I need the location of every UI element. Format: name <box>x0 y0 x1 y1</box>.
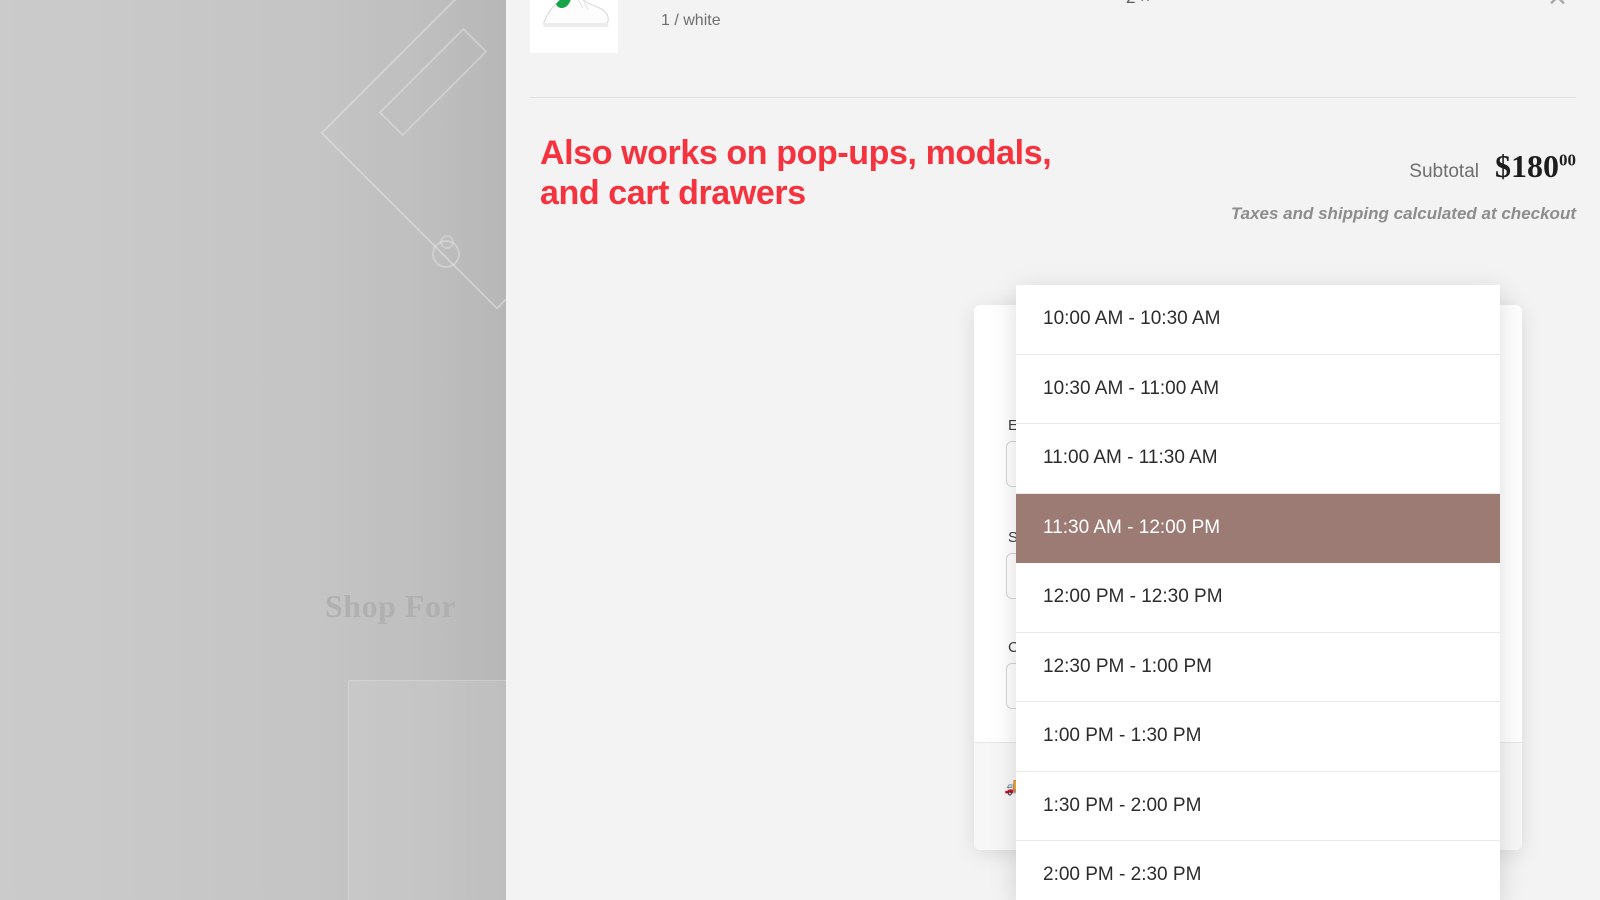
background-store-page: Shop For <box>0 0 506 900</box>
page-title: Also works on pop-ups, modals, and cart … <box>540 133 1160 213</box>
headline-line-2: and cart drawers <box>540 173 1160 213</box>
time-slot-option[interactable]: 1:00 PM - 1:30 PM <box>1016 702 1500 772</box>
time-slot-option[interactable]: 1:30 PM - 2:00 PM <box>1016 772 1500 842</box>
headline-line-1: Also works on pop-ups, modals, <box>540 134 1051 172</box>
tax-note: Taxes and shipping calculated at checkou… <box>1231 204 1576 224</box>
cart-line-item: 1 / white 2 × ✕ <box>530 0 1576 97</box>
subtotal-row: Subtotal $18000 <box>1409 148 1576 185</box>
close-icon[interactable]: ✕ <box>1547 0 1568 11</box>
time-slot-dropdown: ✕ 10:00 AM - 10:30 AM10:30 AM - 11:00 AM… <box>1016 285 1500 900</box>
time-slot-option[interactable]: 12:00 PM - 12:30 PM <box>1016 563 1500 633</box>
sneaker-thumbnail-icon <box>530 0 618 53</box>
time-slot-option[interactable]: 11:30 AM - 12:00 PM <box>1016 494 1500 564</box>
sneaker-icon <box>536 0 612 34</box>
time-slot-option[interactable]: 2:00 PM - 2:30 PM <box>1016 841 1500 900</box>
time-slot-option[interactable]: 10:30 AM - 11:00 AM <box>1016 355 1500 425</box>
cart-divider <box>530 97 1576 98</box>
subtotal-amount: $18000 <box>1495 148 1576 185</box>
line-item-variant: 1 / white <box>661 12 721 30</box>
line-item-quantity: 2 × <box>1126 0 1150 8</box>
subtotal-dollars: $180 <box>1495 148 1559 184</box>
time-slot-option[interactable]: 11:00 AM - 11:30 AM <box>1016 424 1500 494</box>
time-slot-list: 10:00 AM - 10:30 AM10:30 AM - 11:00 AM11… <box>1016 285 1500 900</box>
time-slot-option[interactable]: 10:00 AM - 10:30 AM <box>1016 285 1500 355</box>
subtotal-label: Subtotal <box>1409 161 1479 183</box>
dim-overlay[interactable] <box>0 0 506 900</box>
time-slot-option[interactable]: 12:30 PM - 1:00 PM <box>1016 633 1500 703</box>
subtotal-cents: 00 <box>1559 150 1576 169</box>
